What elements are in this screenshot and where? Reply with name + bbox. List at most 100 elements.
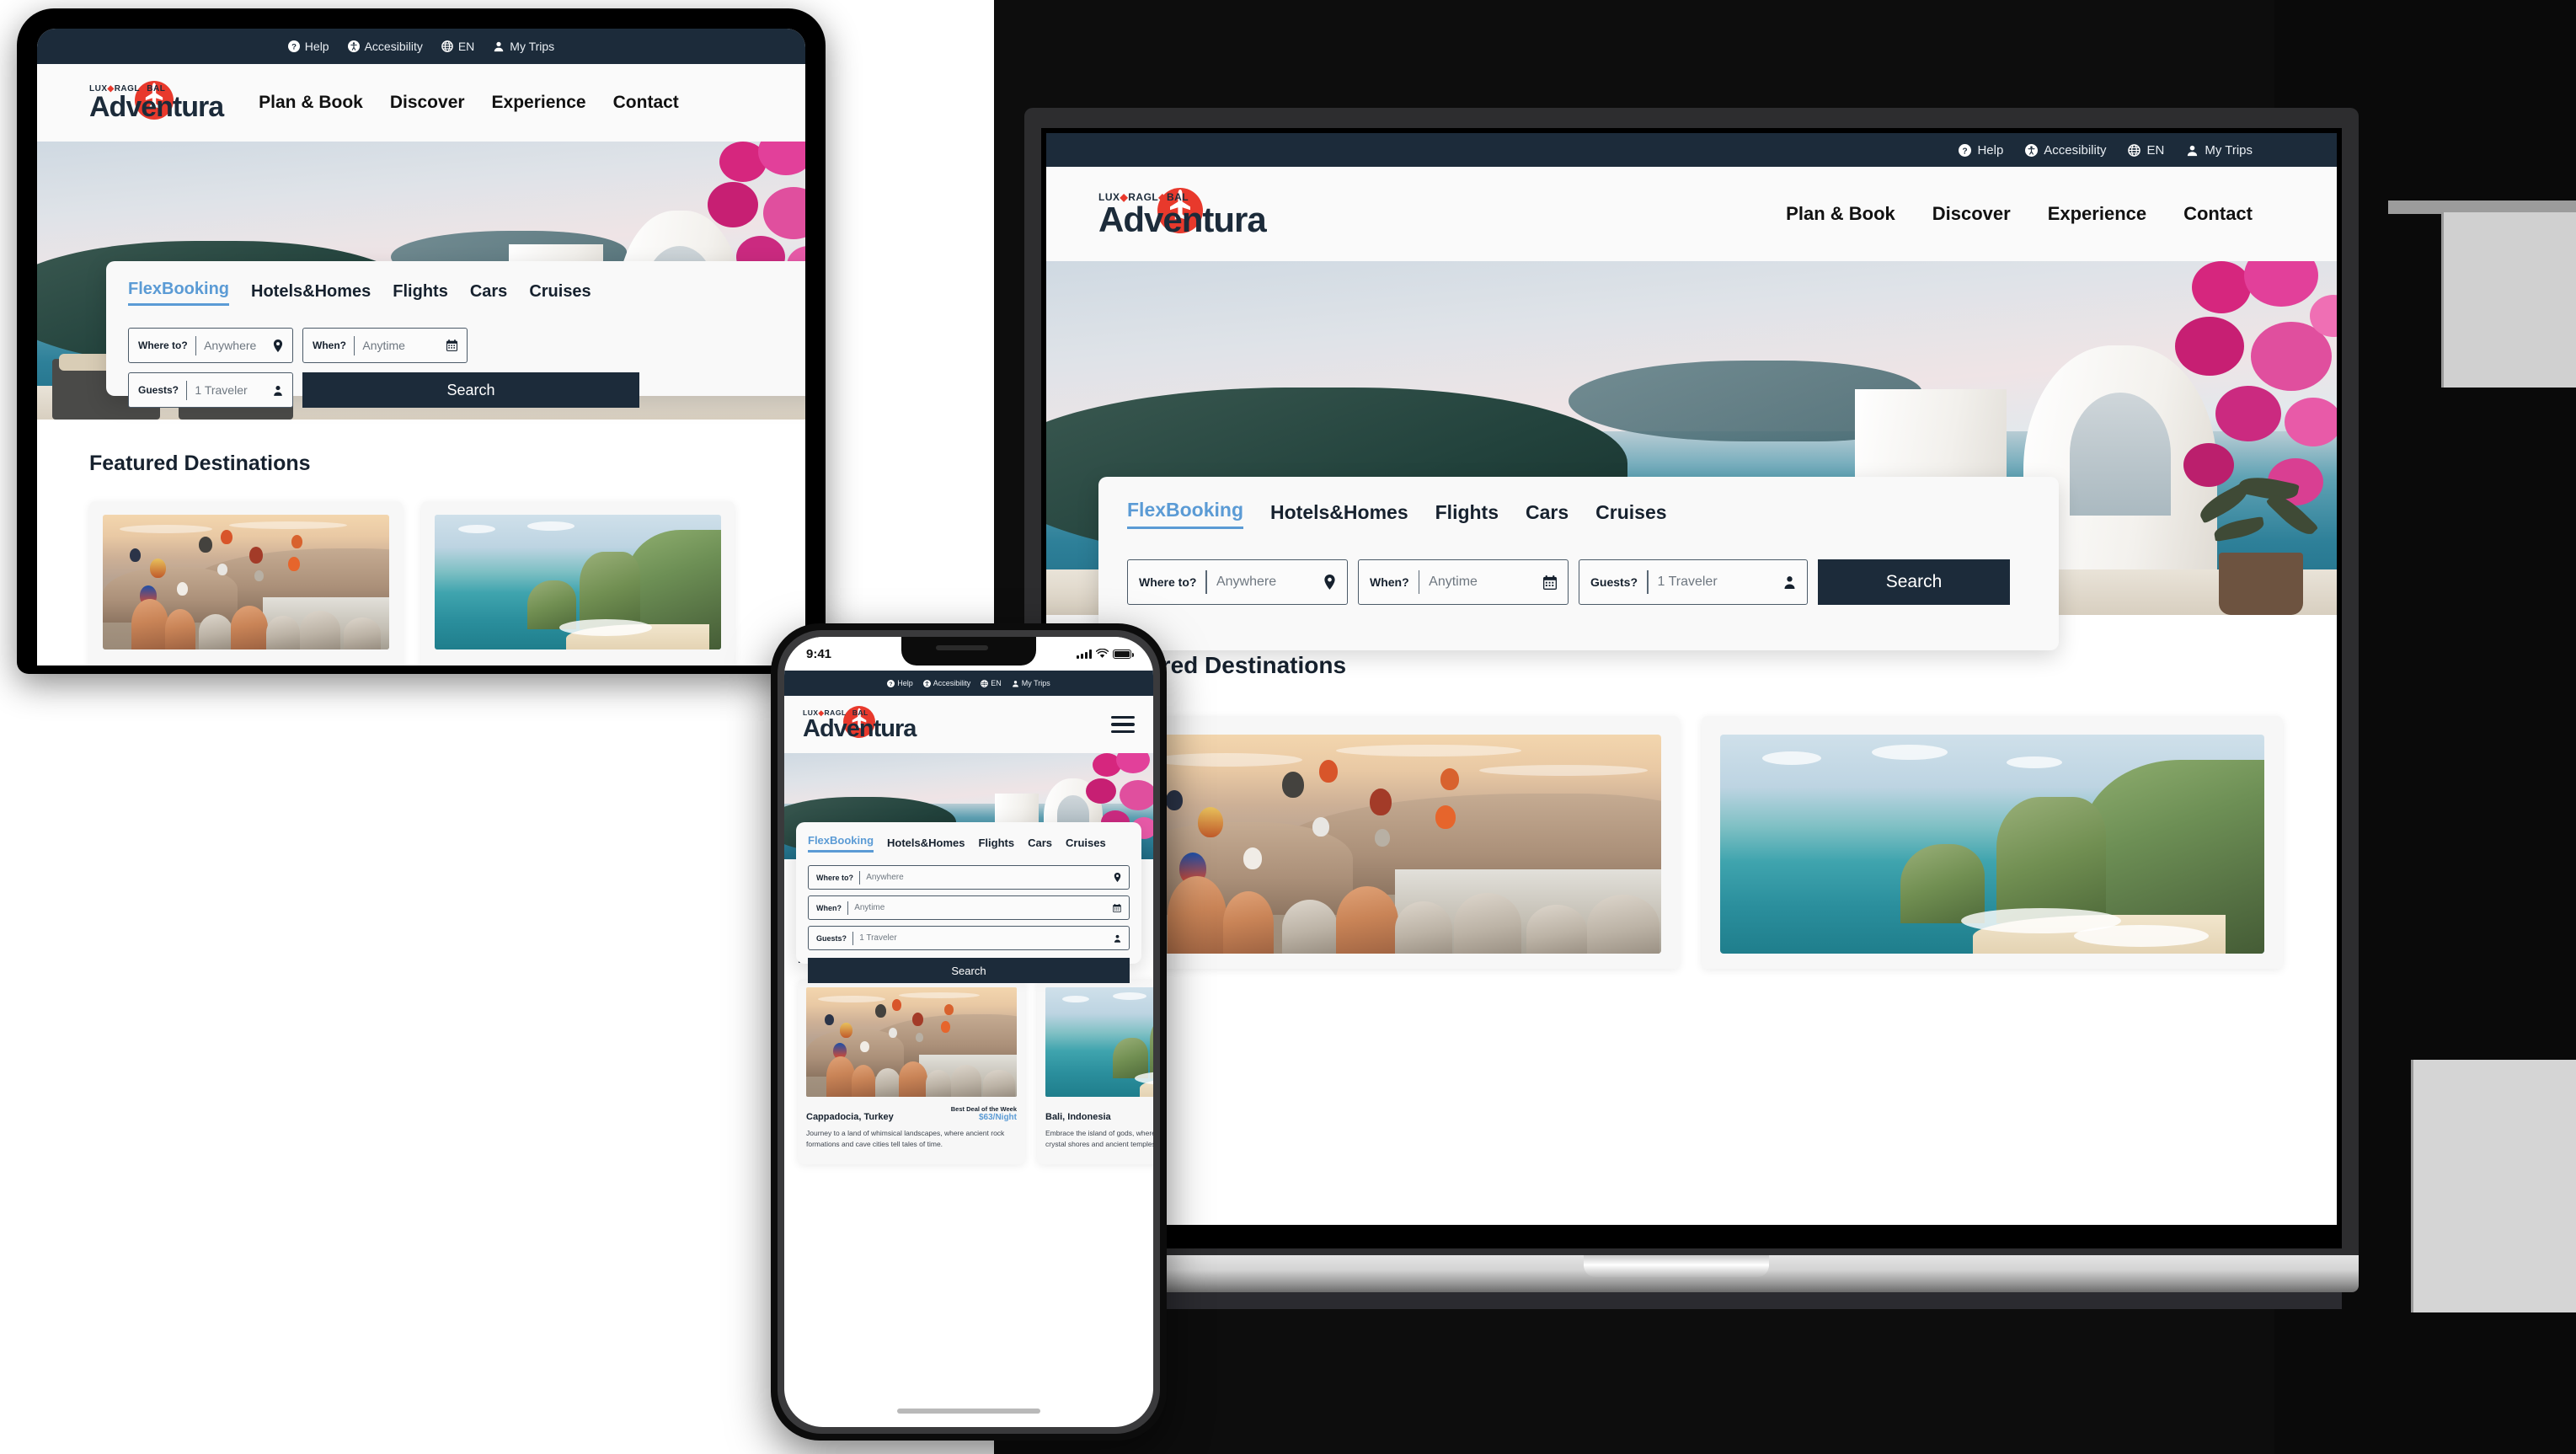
when-field[interactable]: When? Anytime xyxy=(808,895,1130,920)
search-button[interactable]: Search xyxy=(1818,559,2010,605)
phone-screen: 9:41 ? Help Accesibility EN My Trips LUX… xyxy=(784,637,1153,1427)
topbar-item-my-trips[interactable]: My Trips xyxy=(493,40,554,53)
laptop-topbar: ? Help Accesibility EN My Trips xyxy=(1046,133,2337,167)
topbar-item-language[interactable]: EN xyxy=(441,40,474,53)
globe-icon xyxy=(981,679,989,687)
nav-link-contact[interactable]: Contact xyxy=(2183,203,2253,225)
destination-card-cappadocia[interactable]: Cappadocia, Turkey Best Deal of the Week… xyxy=(89,501,403,666)
phone-topbar: ? Help Accesibility EN My Trips xyxy=(784,671,1153,696)
deal-price: $63/Night xyxy=(978,1113,1017,1122)
tab-flexbooking[interactable]: FlexBooking xyxy=(808,834,874,853)
topbar-item-accessibility[interactable]: Accesibility xyxy=(922,679,970,687)
nav-link-contact[interactable]: Contact xyxy=(613,93,679,113)
nav-link-plan-book[interactable]: Plan & Book xyxy=(1786,203,1895,225)
tab-hotels-homes[interactable]: Hotels&Homes xyxy=(251,282,371,306)
topbar-label: EN xyxy=(457,40,475,53)
search-button[interactable]: Search xyxy=(808,958,1130,983)
when-value: Anytime xyxy=(362,339,405,352)
when-field[interactable]: When? Anytime xyxy=(302,328,468,363)
topbar-item-help[interactable]: ? Help xyxy=(887,679,913,687)
phone-notch xyxy=(901,637,1036,666)
tablet-featured-section: Featured Destinations xyxy=(37,420,805,666)
destination-card-bali[interactable] xyxy=(1702,716,2283,969)
topbar-item-my-trips[interactable]: My Trips xyxy=(1012,679,1050,687)
card-title: Bali, Indonesia xyxy=(1045,1112,1111,1122)
guests-field[interactable]: Guests? 1 Traveler xyxy=(1579,559,1808,605)
where-to-field[interactable]: Where to? Anywhere xyxy=(1127,559,1348,605)
laptop-foot xyxy=(1011,1292,2342,1309)
nav-link-plan-book[interactable]: Plan & Book xyxy=(259,93,363,113)
card-title: Cappadocia, Turkey xyxy=(806,1112,894,1122)
when-value: Anytime xyxy=(1429,575,1478,589)
deal-label: Best Deal of the Week xyxy=(950,1105,1017,1113)
svg-text:?: ? xyxy=(890,681,893,687)
topbar-item-accessibility[interactable]: Accesibility xyxy=(2025,143,2106,158)
user-icon xyxy=(1114,934,1121,943)
where-to-label: Where to? xyxy=(816,873,853,882)
user-icon xyxy=(1012,680,1018,687)
topbar-item-help[interactable]: ? Help xyxy=(287,40,329,53)
where-to-value: Anywhere xyxy=(866,873,904,882)
nav-link-experience[interactable]: Experience xyxy=(2048,203,2146,225)
brand-logo[interactable]: LUX◆RAGL◆BAL Adventura xyxy=(89,81,224,122)
topbar-label: My Trips xyxy=(1021,679,1050,687)
topbar-label: My Trips xyxy=(510,40,555,53)
bali-image xyxy=(1045,987,1153,1097)
search-button[interactable]: Search xyxy=(302,372,639,408)
phone-speaker xyxy=(936,645,988,650)
guests-field[interactable]: Guests? 1 Traveler xyxy=(128,372,293,408)
topbar-label: Accesibility xyxy=(364,40,423,53)
cappadocia-image xyxy=(806,987,1017,1097)
destination-card-cappadocia[interactable]: Cappadocia, Turkey Best Deal of the Week… xyxy=(798,979,1025,1164)
tab-cruises[interactable]: Cruises xyxy=(1595,501,1666,529)
brand-logo[interactable]: LUX◆RAGL◆BAL Adventura xyxy=(1098,188,1267,237)
when-label: When? xyxy=(313,339,346,351)
card-description: Embrace the island of gods, where emeral… xyxy=(1045,1129,1153,1148)
accessibility-icon xyxy=(347,40,360,52)
tablet-navbar: LUX◆RAGL◆BAL Adventura Plan & Book Disco… xyxy=(37,64,805,142)
battery-full-icon xyxy=(1113,649,1134,659)
tab-cars[interactable]: Cars xyxy=(1028,837,1052,853)
topbar-item-accessibility[interactable]: Accesibility xyxy=(347,40,423,53)
where-to-field[interactable]: Where to? Anywhere xyxy=(808,865,1130,890)
tab-hotels-homes[interactable]: Hotels&Homes xyxy=(887,837,965,853)
guests-value: 1 Traveler xyxy=(859,933,897,943)
tab-flexbooking[interactable]: FlexBooking xyxy=(128,280,230,306)
map-pin-icon xyxy=(273,339,283,352)
phone-navbar: LUX◆RAGL◆BAL Adventura xyxy=(784,696,1153,753)
when-label: When? xyxy=(1370,575,1409,589)
tab-hotels-homes[interactable]: Hotels&Homes xyxy=(1270,501,1408,529)
background-panel-top xyxy=(2441,212,2576,388)
tab-flights[interactable]: Flights xyxy=(393,282,448,306)
tab-flights[interactable]: Flights xyxy=(978,837,1014,853)
topbar-item-language[interactable]: EN xyxy=(2128,143,2164,158)
when-field[interactable]: When? Anytime xyxy=(1358,559,1569,605)
nav-link-discover[interactable]: Discover xyxy=(1932,203,2011,225)
destination-card-bali[interactable]: Bali, Indonesia Best Deal of the Week $6… xyxy=(421,501,735,666)
brand-logo[interactable]: LUX◆RAGL◆BAL Adventura xyxy=(803,705,917,741)
calendar-icon xyxy=(1543,575,1557,590)
phone-search-card: FlexBooking Hotels&Homes Flights Cars Cr… xyxy=(796,822,1141,983)
tab-flexbooking[interactable]: FlexBooking xyxy=(1127,499,1244,529)
tab-flights[interactable]: Flights xyxy=(1435,501,1499,529)
topbar-label: Help xyxy=(1977,142,2004,158)
guests-field[interactable]: Guests? 1 Traveler xyxy=(808,926,1130,950)
tab-cruises[interactable]: Cruises xyxy=(1066,837,1106,853)
tab-cars[interactable]: Cars xyxy=(470,282,507,306)
destination-card-bali[interactable]: Bali, Indonesia Best Deal of the Week $6… xyxy=(1037,979,1153,1164)
user-icon xyxy=(1783,575,1796,589)
nav-link-experience[interactable]: Experience xyxy=(492,93,586,113)
guests-value: 1 Traveler xyxy=(195,383,248,397)
tablet-topbar: ? Help Accesibility EN My Trips xyxy=(37,29,805,64)
tablet-search-tabs: FlexBooking Hotels&Homes Flights Cars Cr… xyxy=(128,280,805,306)
laptop-hinge-notch xyxy=(1584,1255,1769,1277)
topbar-item-my-trips[interactable]: My Trips xyxy=(2186,143,2253,158)
nav-link-discover[interactable]: Discover xyxy=(390,93,465,113)
topbar-item-language[interactable]: EN xyxy=(981,679,1002,687)
destination-card-cappadocia[interactable] xyxy=(1098,716,1680,969)
topbar-item-help[interactable]: ? Help xyxy=(1959,143,2003,158)
hamburger-menu-icon[interactable] xyxy=(1111,716,1135,733)
tab-cars[interactable]: Cars xyxy=(1526,501,1569,529)
where-to-field[interactable]: Where to? Anywhere xyxy=(128,328,293,363)
tab-cruises[interactable]: Cruises xyxy=(529,282,591,306)
